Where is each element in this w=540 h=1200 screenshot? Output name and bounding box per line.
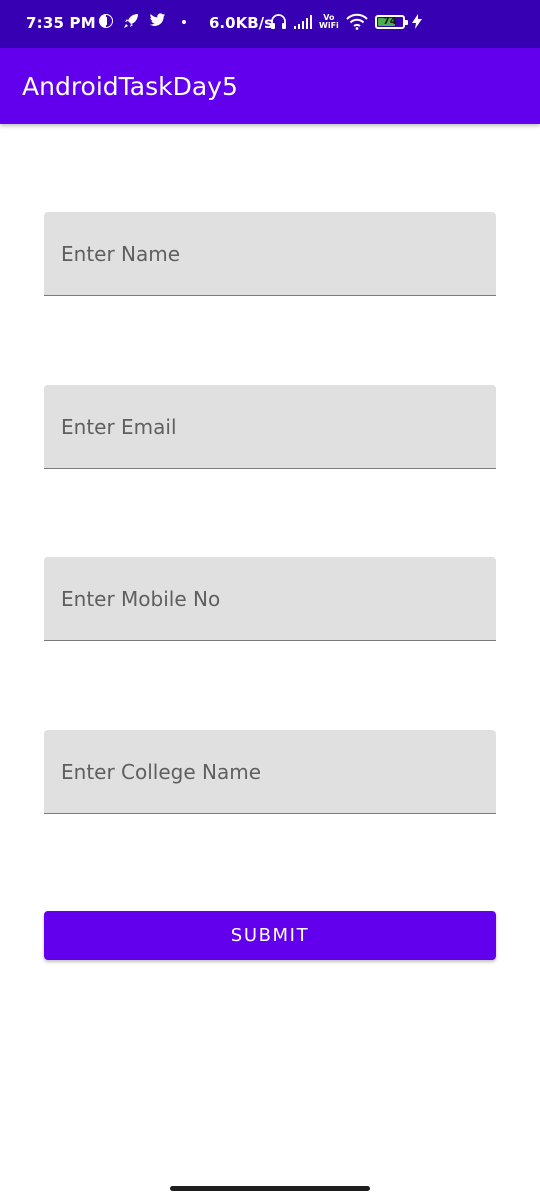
- headphones-icon: [271, 14, 286, 29]
- charging-bolt-icon: [411, 14, 422, 29]
- email-input[interactable]: [44, 385, 496, 468]
- home-indicator[interactable]: [170, 1186, 370, 1191]
- college-field[interactable]: [44, 730, 496, 814]
- name-field[interactable]: [44, 212, 496, 296]
- app-bar: AndroidTaskDay5: [0, 48, 540, 124]
- college-input[interactable]: [44, 730, 496, 813]
- status-bar: 7:35 PM 6.0KB/s Vo WiFi 74: [0, 0, 540, 48]
- notification-icons: [98, 12, 189, 29]
- app-notification-icon: [99, 13, 113, 28]
- email-field[interactable]: [44, 385, 496, 469]
- mobile-input[interactable]: [44, 557, 496, 640]
- wifi-icon: [346, 13, 368, 30]
- twitter-icon: [149, 13, 166, 26]
- vowifi-icon: Vo WiFi: [319, 12, 339, 30]
- network-speed: 6.0KB/s: [209, 14, 274, 32]
- mobile-field[interactable]: [44, 557, 496, 641]
- app-title: AndroidTaskDay5: [22, 72, 238, 101]
- system-icons: Vo WiFi 74: [270, 13, 422, 30]
- dot-icon: [182, 19, 186, 24]
- rocket-icon: [124, 14, 138, 28]
- name-input[interactable]: [44, 212, 496, 295]
- status-time: 7:35 PM: [26, 14, 96, 32]
- submit-button[interactable]: SUBMIT: [44, 911, 496, 960]
- signal-strength-icon: [294, 14, 312, 29]
- battery-icon: 74: [374, 14, 408, 29]
- battery-level: 74: [382, 16, 397, 27]
- battery-tip: [404, 19, 408, 25]
